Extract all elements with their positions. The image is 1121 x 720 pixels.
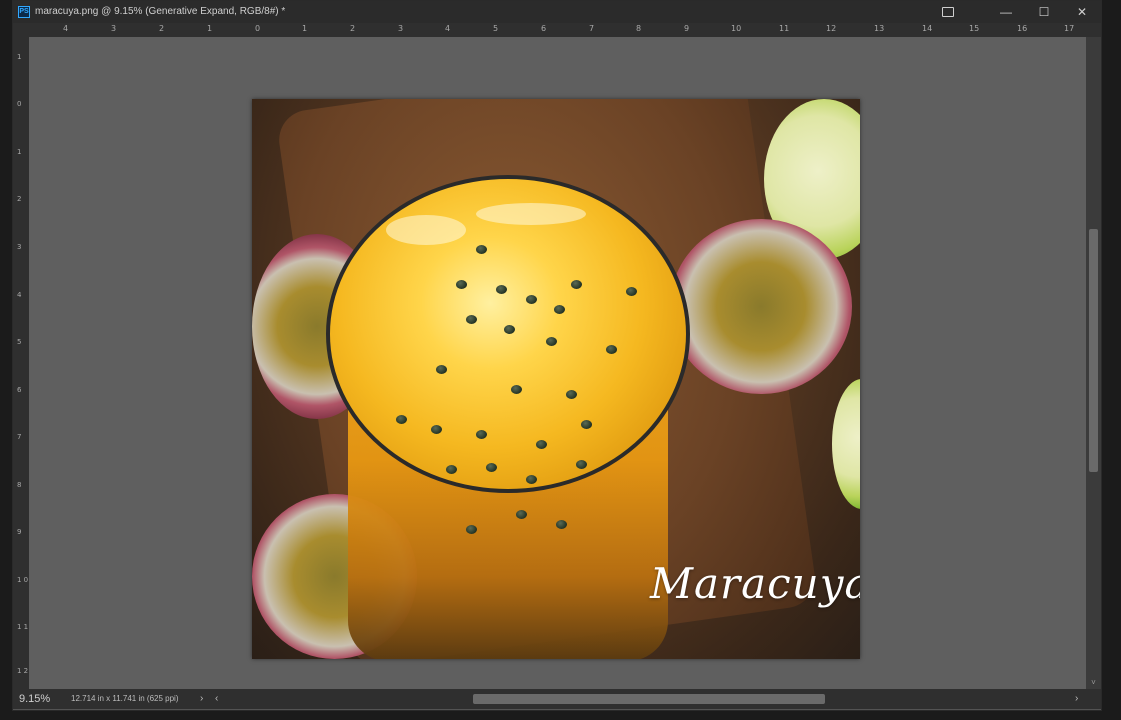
passion-fruit-seed [486, 463, 497, 472]
vertical-scroll-thumb[interactable] [1089, 229, 1098, 472]
passion-fruit-seed [581, 420, 592, 429]
document-image[interactable]: Maracuya [252, 99, 860, 659]
passion-fruit-seed [626, 287, 637, 296]
passion-fruit-seed [511, 385, 522, 394]
ruler-v-label: 7 [17, 433, 22, 441]
horizontal-scroll-thumb[interactable] [473, 694, 825, 704]
title-bar[interactable]: PS maracuya.png @ 9.15% (Generative Expa… [13, 1, 1101, 23]
ruler-h-label: 0 [255, 24, 261, 33]
ruler-h-label: 7 [589, 24, 595, 33]
ruler-v-label: 5 [17, 338, 22, 346]
ruler-v-label: 1 1 [17, 623, 29, 631]
passion-fruit-seed [571, 280, 582, 289]
ruler-h-label: 12 [826, 24, 837, 33]
passion-fruit-seed [516, 510, 527, 519]
passion-fruit-seed [476, 245, 487, 254]
passion-fruit-seed [526, 475, 537, 484]
passion-fruit-seed [476, 430, 487, 439]
canvas-workspace[interactable]: Maracuya [29, 37, 1086, 689]
ruler-h-label: 14 [922, 24, 933, 33]
ruler-v-label: 6 [17, 386, 22, 394]
ruler-v-label: 1 0 [17, 576, 29, 584]
image-text-maracuya: Maracuya [650, 559, 860, 608]
ruler-v-label: 2 [17, 195, 22, 203]
ruler-h-label: 2 [159, 24, 165, 33]
passion-fruit-seed [446, 465, 457, 474]
ruler-h-label: 13 [874, 24, 885, 33]
glass-highlight [386, 215, 466, 245]
status-menu-chevron-icon[interactable]: › [200, 689, 203, 709]
document-window: PS maracuya.png @ 9.15% (Generative Expa… [12, 0, 1102, 711]
scroll-right-icon[interactable]: › [1075, 689, 1078, 709]
ruler-v-label: 0 [17, 100, 22, 108]
passion-fruit-seed [576, 460, 587, 469]
lime-slice [832, 379, 860, 509]
ruler-h-label: 5 [493, 24, 499, 33]
passion-fruit-seed [536, 440, 547, 449]
passion-fruit-seed [606, 345, 617, 354]
horizontal-ruler[interactable]: 4 3 2 1 0 1 2 3 4 5 6 7 8 9 10 11 12 13 … [29, 23, 1101, 38]
ruler-v-label: 1 [17, 53, 22, 61]
ruler-h-label: 1 [207, 24, 213, 33]
ruler-h-label: 3 [398, 24, 404, 33]
ruler-h-label: 16 [1017, 24, 1028, 33]
ruler-h-label: 10 [731, 24, 742, 33]
minimize-button[interactable]: — [987, 1, 1025, 23]
ruler-h-label: 3 [111, 24, 117, 33]
vertical-scrollbar[interactable]: ˅ [1086, 37, 1101, 689]
photoshop-icon: PS [18, 6, 30, 18]
window-controls: — ☐ ✕ [987, 1, 1101, 23]
document-info: 12.714 in x 11.741 in (625 ppi) [71, 694, 179, 703]
passion-fruit-seed [456, 280, 467, 289]
workspace-icon[interactable] [942, 7, 954, 17]
ruler-h-label: 6 [541, 24, 547, 33]
passion-fruit-seed [504, 325, 515, 334]
passion-fruit-half [670, 219, 852, 394]
passion-fruit-seed [466, 315, 477, 324]
passion-fruit-seed [396, 415, 407, 424]
passion-fruit-seed [526, 295, 537, 304]
ruler-h-label: 8 [636, 24, 642, 33]
ruler-v-label: 4 [17, 291, 22, 299]
close-button[interactable]: ✕ [1063, 1, 1101, 23]
passion-fruit-seed [556, 520, 567, 529]
ruler-h-label: 17 [1064, 24, 1075, 33]
ruler-h-label: 11 [779, 24, 790, 33]
zoom-level[interactable]: 9.15% [19, 689, 50, 709]
glass-highlight [476, 203, 586, 225]
ruler-h-label: 4 [445, 24, 451, 33]
passion-fruit-seed [566, 390, 577, 399]
ruler-v-label: 9 [17, 528, 22, 536]
passion-fruit-seed [546, 337, 557, 346]
juice-glass [326, 175, 690, 659]
passion-fruit-seed [436, 365, 447, 374]
ruler-v-label: 1 [17, 148, 22, 156]
document-title: maracuya.png @ 9.15% (Generative Expand,… [35, 6, 286, 17]
ruler-h-label: 4 [63, 24, 69, 33]
ruler-h-label: 2 [350, 24, 356, 33]
passion-fruit-seed [431, 425, 442, 434]
ruler-origin[interactable] [13, 23, 29, 37]
horizontal-scrollbar[interactable]: ‹ › [215, 693, 1083, 705]
maximize-button[interactable]: ☐ [1025, 1, 1063, 23]
status-bar: 9.15% 12.714 in x 11.741 in (625 ppi) › … [13, 689, 1101, 709]
scroll-left-icon[interactable]: ‹ [215, 689, 218, 709]
passion-fruit-seed [466, 525, 477, 534]
vertical-ruler[interactable]: 1 0 1 2 3 4 5 6 7 8 9 1 0 1 1 1 2 [13, 37, 30, 689]
scroll-down-icon[interactable]: ˅ [1086, 677, 1101, 689]
ruler-v-label: 8 [17, 481, 22, 489]
ruler-h-label: 9 [684, 24, 690, 33]
ruler-h-label: 1 [302, 24, 308, 33]
ruler-v-label: 3 [17, 243, 22, 251]
passion-fruit-seed [554, 305, 565, 314]
ruler-v-label: 1 2 [17, 667, 29, 675]
ruler-h-label: 15 [969, 24, 980, 33]
passion-fruit-seed [496, 285, 507, 294]
